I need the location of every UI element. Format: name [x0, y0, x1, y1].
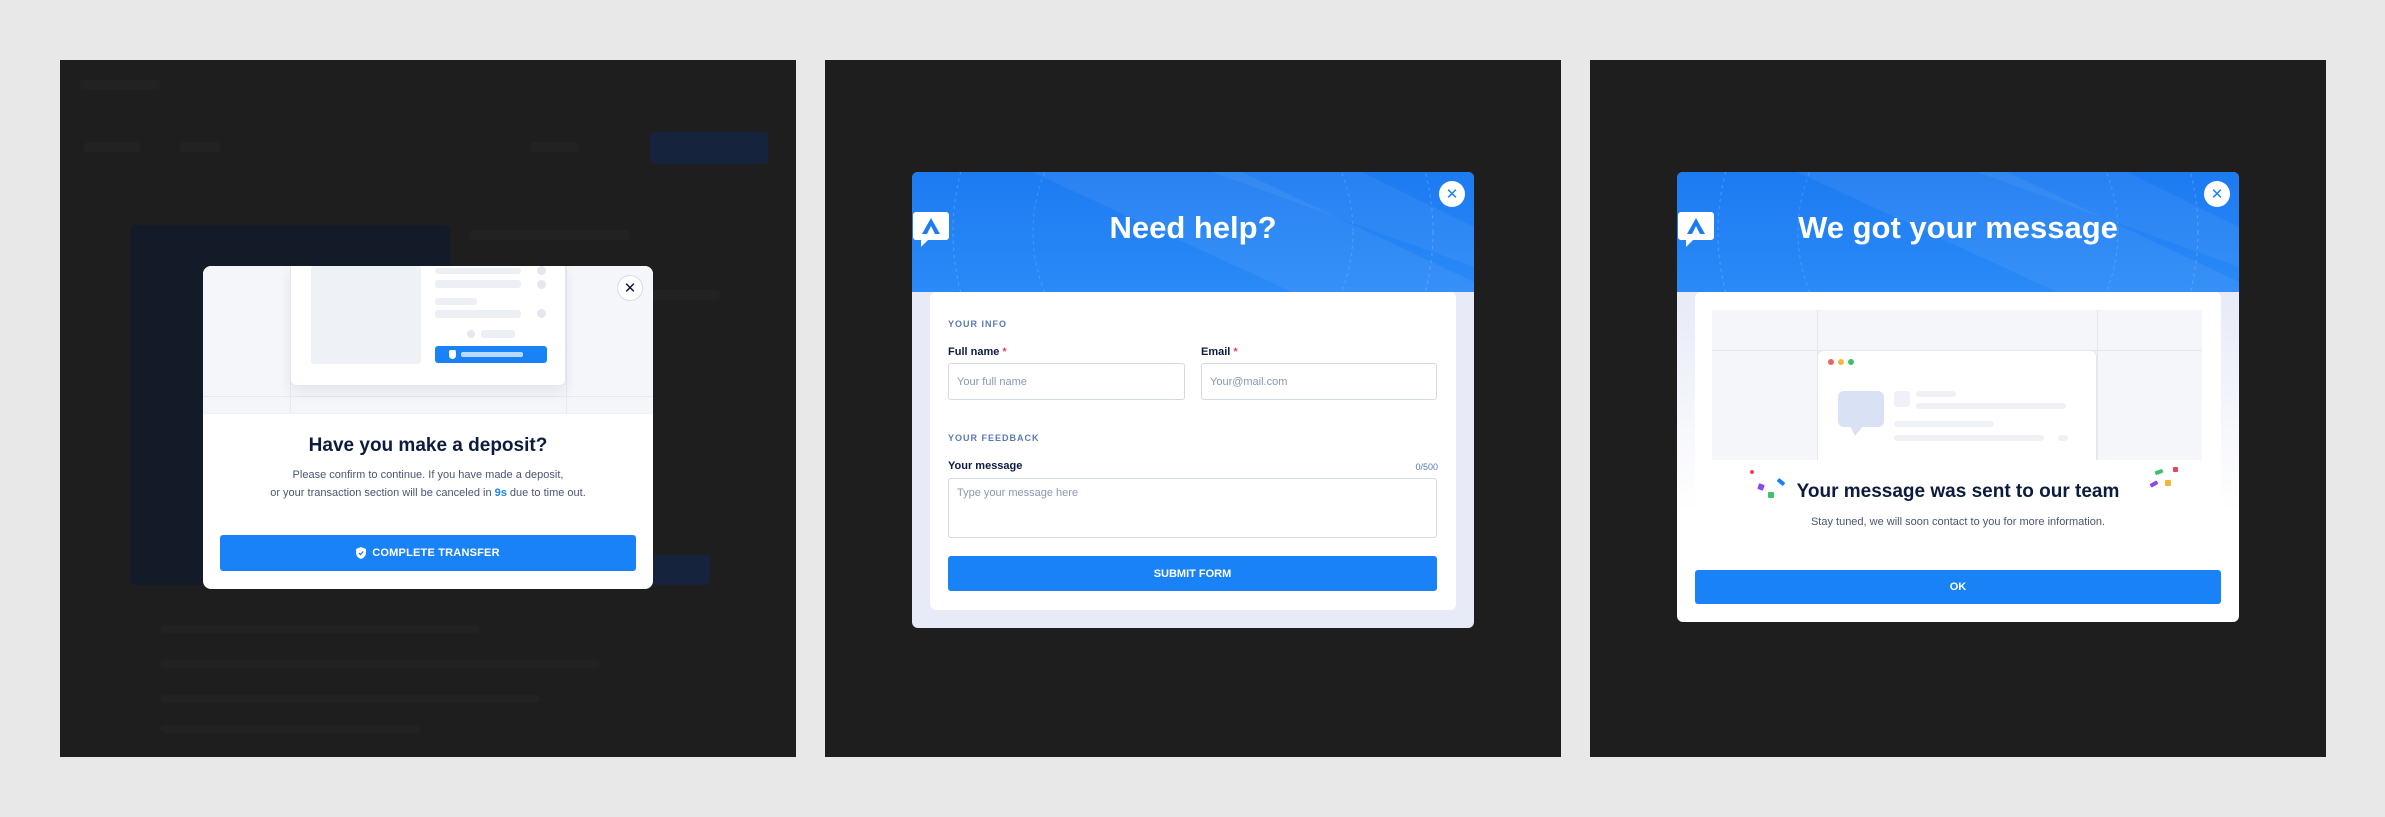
shield-icon [356, 547, 367, 559]
modal-header: We got your message ✕ [1677, 172, 2239, 292]
modal-title: Need help? [1109, 210, 1277, 245]
close-button[interactable]: ✕ [2204, 181, 2230, 207]
brand-logo-icon [1678, 212, 1714, 247]
close-icon: ✕ [2210, 186, 2224, 203]
confirmation-card: Your message was sent to our team Stay t… [1695, 292, 2221, 558]
ok-button[interactable]: OK [1695, 570, 2221, 604]
email-label: Email * [1201, 346, 1238, 358]
full-name-label: Full name * [948, 346, 1007, 358]
message-label: Your message [948, 460, 1023, 472]
submit-form-button[interactable]: SUBMIT FORM [948, 556, 1437, 591]
brand-logo-icon [913, 212, 949, 247]
section-your-info: YOUR INFO [948, 319, 1008, 329]
help-modal: Need help? ✕ YOUR INFO Full name* Email*… [912, 172, 1474, 628]
close-icon: ✕ [623, 280, 637, 297]
modal-header: Need help? ✕ [912, 172, 1474, 292]
close-icon: ✕ [1445, 186, 1459, 203]
sent-title: Your message was sent to our team [1796, 481, 2120, 502]
message-illustration [1712, 310, 2202, 460]
message-textarea[interactable] [948, 478, 1437, 538]
chat-bubble-icon [1838, 391, 1884, 436]
confirmation-modal: We got your message ✕ Your message was s… [1677, 172, 2239, 622]
panel-confirmation: We got your message ✕ Your message was s… [1590, 60, 2326, 757]
modal-title: We got your message [1798, 210, 2118, 245]
full-name-input[interactable] [948, 363, 1185, 400]
sent-description: Stay tuned, we will soon contact to you … [1810, 516, 2106, 528]
feedback-form: YOUR INFO Full name* Email* YOUR FEEDBAC… [930, 292, 1456, 610]
deposit-illustration [203, 266, 653, 414]
deposit-modal: ✕ Have you make a deposit? Please confir… [203, 266, 653, 589]
message-char-counter: 0/500 [1415, 462, 1438, 472]
modal-title: Have you make a deposit? [308, 435, 548, 456]
close-button[interactable]: ✕ [1439, 181, 1465, 207]
complete-transfer-button[interactable]: COMPLETE TRANSFER [220, 535, 636, 571]
section-your-feedback: YOUR FEEDBACK [948, 433, 1040, 443]
email-input[interactable] [1201, 363, 1437, 400]
countdown-timer: 9s [494, 487, 507, 499]
panel-deposit: ✕ Have you make a deposit? Please confir… [60, 60, 796, 757]
panel-help-form: Need help? ✕ YOUR INFO Full name* Email*… [825, 60, 1561, 757]
modal-description: Please confirm to continue. If you have … [270, 469, 586, 499]
close-button[interactable]: ✕ [617, 275, 643, 301]
